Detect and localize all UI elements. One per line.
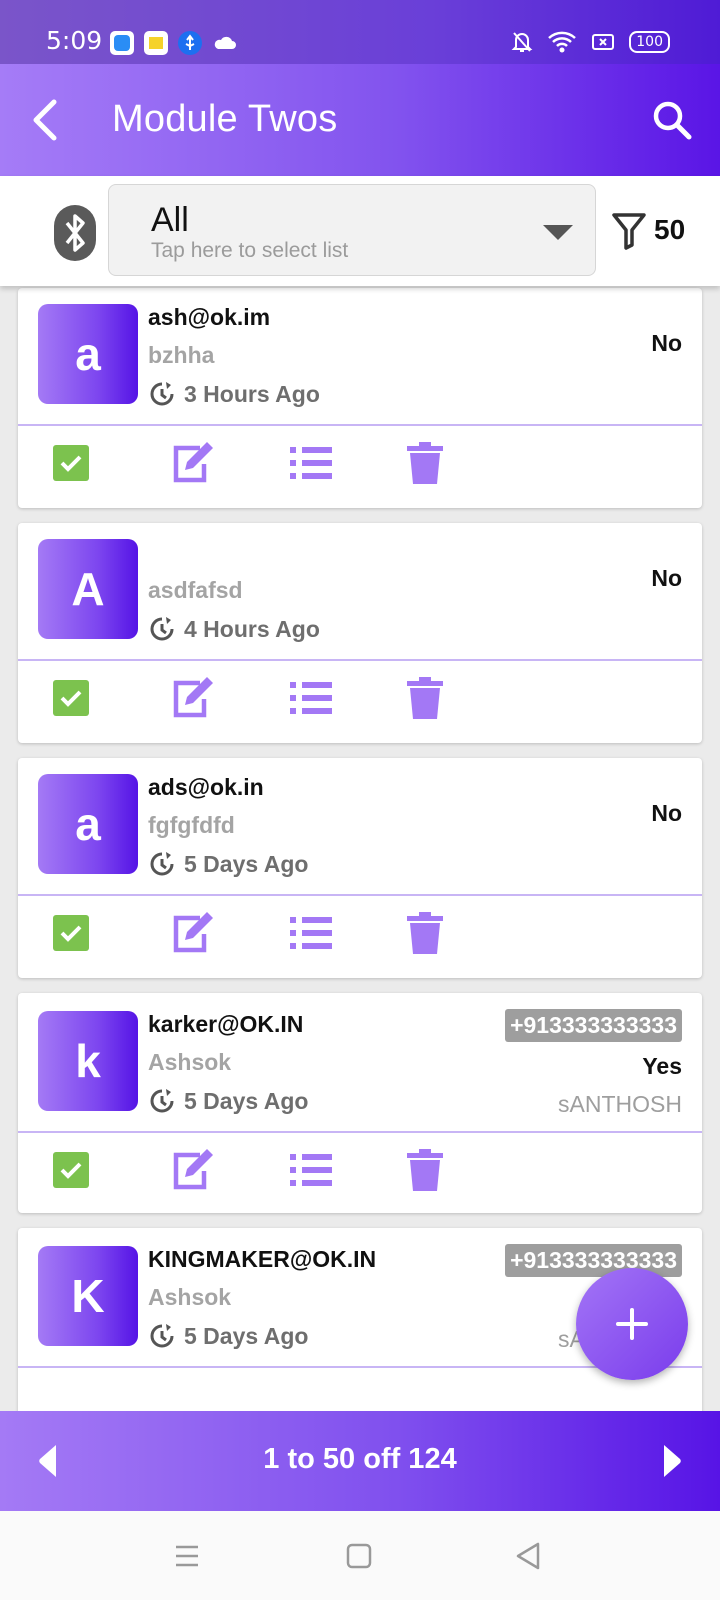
record-time: 5 Days Ago [184,1322,309,1349]
avatar: a [38,774,138,874]
wifi-icon [548,31,577,53]
record-card[interactable]: a ads@ok.in fgfgfdfd 5 Days Ago No [18,758,702,978]
record-email: ads@ok.in [148,774,264,800]
card-divider [18,1131,702,1133]
record-list: a ash@ok.im bzhha 3 Hours Ago No A asdfa… [0,286,720,1411]
home-icon[interactable] [342,1539,376,1573]
record-card[interactable]: k karker@OK.IN Ashsok 5 Days Ago +913333… [18,993,702,1213]
list-select-hint: Tap here to select list [151,239,349,262]
pagination-text: 1 to 50 off 124 [263,1443,457,1475]
record-time: 3 Hours Ago [184,380,320,407]
avatar: k [38,1011,138,1111]
record-owner: sANTHOSH [558,1091,682,1117]
app-notification-icon [110,31,134,55]
avatar: A [38,539,138,639]
trash-icon[interactable] [402,910,448,956]
record-name: bzhha [148,342,215,368]
record-name: asdfafsd [148,577,243,603]
record-time: 5 Days Ago [184,850,309,877]
record-time: 4 Hours Ago [184,615,320,642]
page-title: Module Twos [112,98,338,140]
card-divider [18,659,702,661]
chevron-down-icon [543,225,573,240]
record-name: fgfgfdfd [148,812,235,838]
record-email: ash@ok.im [148,304,271,330]
card-divider [18,424,702,426]
avatar: K [38,1246,138,1346]
silent-bell-icon [511,32,533,52]
record-card[interactable]: A asdfafsd 4 Hours Ago No [18,523,702,743]
clock-icon [150,1089,174,1113]
trash-icon[interactable] [402,440,448,486]
status-time: 5:09 [46,26,103,55]
list-select-dropdown[interactable]: All Tap here to select list [108,184,596,276]
back-icon[interactable] [512,1539,546,1573]
edit-icon[interactable] [170,1147,216,1193]
trash-icon[interactable] [402,1147,448,1193]
record-time-row: 4 Hours Ago [148,615,320,643]
clock-icon [150,617,174,641]
filter-bar: All Tap here to select list 50 [0,176,720,286]
avatar: a [38,304,138,404]
clock-icon [150,852,174,876]
list-icon[interactable] [288,1147,334,1193]
edit-icon[interactable] [170,675,216,721]
record-time: 5 Days Ago [184,1087,309,1114]
status-bar: 5:09 100 [0,0,720,64]
app-notification-icon [144,31,168,55]
record-time-row: 5 Days Ago [148,1322,308,1350]
menu-icon[interactable] [170,1539,204,1573]
list-icon[interactable] [288,675,334,721]
edit-icon[interactable] [170,440,216,486]
complete-checkbox[interactable] [48,440,94,486]
clock-icon [150,382,174,406]
bluetooth-icon[interactable] [54,205,96,261]
cloud-icon [212,31,236,55]
usb-icon [178,31,202,55]
filter-icon[interactable] [612,212,646,250]
clock-icon [150,1324,174,1348]
check-icon [53,680,89,716]
screen-record-icon [592,34,615,50]
check-icon [53,445,89,481]
selected-list-value: All [151,201,189,239]
check-icon [53,915,89,951]
battery-indicator: 100 [629,31,670,53]
search-icon[interactable] [650,98,694,142]
record-status: Yes [642,1053,682,1079]
record-card[interactable]: a ash@ok.im bzhha 3 Hours Ago No [18,288,702,508]
record-time-row: 5 Days Ago [148,850,308,878]
phone-badge: +913333333333 [505,1009,682,1042]
record-email: KINGMAKER@OK.IN [148,1246,377,1272]
record-status: No [651,330,682,356]
list-icon[interactable] [288,440,334,486]
plus-icon [616,1308,648,1340]
check-icon [53,1152,89,1188]
record-status: No [651,565,682,591]
next-page-icon[interactable] [660,1443,684,1479]
edit-icon[interactable] [170,910,216,956]
record-time-row: 5 Days Ago [148,1087,308,1115]
record-email: karker@OK.IN [148,1011,304,1037]
list-icon[interactable] [288,910,334,956]
back-arrow-icon[interactable] [28,98,68,142]
record-status: No [651,800,682,826]
trash-icon[interactable] [402,675,448,721]
record-time-row: 3 Hours Ago [148,380,320,408]
record-name: Ashsok [148,1049,232,1075]
complete-checkbox[interactable] [48,1147,94,1193]
complete-checkbox[interactable] [48,675,94,721]
complete-checkbox[interactable] [48,910,94,956]
add-record-button[interactable] [576,1268,688,1380]
status-indicators: 100 [511,30,670,54]
phone-badge: +913333333333 [505,1244,682,1277]
pagination-bar: 1 to 50 off 124 [0,1411,720,1511]
record-name: Ashsok [148,1284,232,1310]
filter-count: 50 [654,214,686,245]
app-bar: Module Twos [0,64,720,176]
card-divider [18,894,702,896]
system-navigation-bar [0,1511,720,1600]
